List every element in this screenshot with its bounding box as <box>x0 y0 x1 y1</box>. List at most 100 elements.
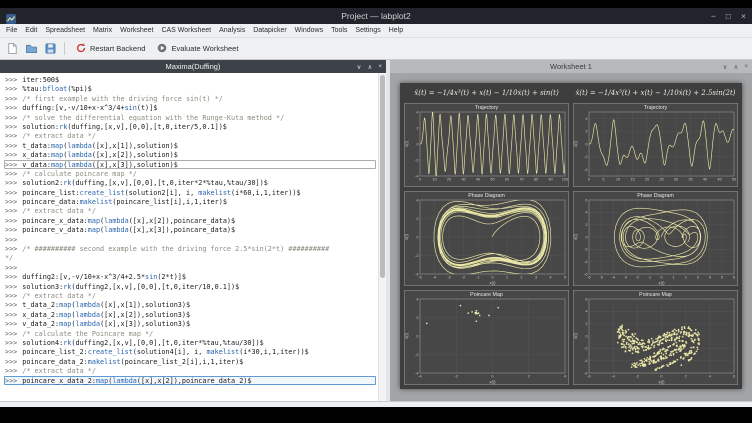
code-line[interactable]: >>>poincare_data:makelist(poincare_list[… <box>4 197 376 206</box>
document-save-icon[interactable] <box>42 41 58 57</box>
code-line[interactable]: >>>t_data:map(lambda([x],x[1]),solution)… <box>4 141 376 150</box>
code-line[interactable]: >>>poincare_v_data:map(lambda([x],x[3]),… <box>4 225 376 234</box>
evaluate-worksheet-button[interactable]: Evaluate Worksheet <box>152 40 242 58</box>
minimize-icon[interactable]: − <box>711 8 716 24</box>
menu-datapicker[interactable]: Datapicker <box>249 27 290 34</box>
code-text: /* calculate the Poincare map */ <box>22 330 153 338</box>
svg-text:5: 5 <box>602 177 604 182</box>
code-line[interactable]: >>>poincare_list_2:create_list(solution4… <box>4 347 376 356</box>
close-icon[interactable]: × <box>741 8 746 24</box>
code-line[interactable]: >>>x_data_2:map(lambda([x],x[2]),solutio… <box>4 310 376 319</box>
titlebar[interactable]: Project — labplot2 − □ × <box>0 8 752 24</box>
restart-backend-button[interactable]: Restart Backend <box>71 40 149 58</box>
worksheet-page[interactable]: ẍ(t) = −1/4x³(t) + x(t) − 1/10ẋ(t) + sin… <box>400 83 742 389</box>
code-text: solution:rk(duffing,[x,v],[0,0],[t,0,ite… <box>22 123 227 131</box>
phase-plot[interactable]: Phase Diagram-6-5-4-3-2-10123456-6-4-202… <box>573 191 738 286</box>
code-line[interactable]: >>>t_data_2:map(lambda([x],x[1]),solutio… <box>4 300 376 309</box>
code-line[interactable]: >>>/* extract data */ <box>4 206 376 215</box>
code-line[interactable]: >>>solution:rk(duffing,[x,v],[0,0],[t,0,… <box>4 122 376 131</box>
document-new-icon[interactable] <box>4 41 20 57</box>
prompt: >>> <box>5 348 17 356</box>
code-line[interactable]: >>> <box>4 235 376 244</box>
poincare-plot[interactable]: Poincare Map-6-4-20246-6-4-20246v(t)x(t) <box>573 290 738 385</box>
dock-close-icon[interactable]: × <box>378 63 382 70</box>
vertical-scrollbar[interactable] <box>378 73 386 401</box>
maximize-icon[interactable]: □ <box>726 8 731 24</box>
scrollbar-thumb[interactable] <box>380 75 385 278</box>
svg-text:2: 2 <box>416 125 418 130</box>
code-line[interactable]: >>>v_data:map(lambda([x],x[3]),solution)… <box>4 160 376 169</box>
code-line[interactable]: >>>/* solve the differential equation wi… <box>4 113 376 122</box>
menu-matrix[interactable]: Matrix <box>89 27 116 34</box>
plot-phase-diagram-2[interactable]: Phase Diagram-6-5-4-3-2-10123456-6-4-202… <box>573 191 738 286</box>
code-line[interactable]: >>>solution3:rk(duffing2,[x,v],[0,0],[t,… <box>4 282 376 291</box>
menu-windows[interactable]: Windows <box>291 27 327 34</box>
svg-text:-6: -6 <box>587 275 590 280</box>
code-text: /* extract data */ <box>22 292 96 300</box>
dock-float-icon[interactable]: ∧ <box>367 63 372 71</box>
menu-help[interactable]: Help <box>385 27 407 34</box>
dock-float-icon[interactable]: ∧ <box>733 63 738 71</box>
trajectory-plot[interactable]: Trajectory0102030405060708090100-4-2024x… <box>404 103 569 187</box>
poincare-plot[interactable]: Poincare Map-4-2024-4-2024v(t)x(t) <box>404 290 569 385</box>
worksheet-dock-header[interactable]: Worksheet 1 ∨ ∧ × <box>390 60 752 73</box>
code-text: t_data_2:map(lambda([x],x[1]),solution3)… <box>22 301 190 309</box>
code-line[interactable]: >>>solution4:rk(duffing2,[x,v],[0,0],[t,… <box>4 338 376 347</box>
prompt: >>> <box>5 217 17 225</box>
code-line[interactable]: >>>v_data_2:map(lambda([x],x[3]),solutio… <box>4 319 376 328</box>
code-text: /* extract data */ <box>22 367 96 375</box>
trajectory-plot[interactable]: Trajectory05101520253035404550-4-2024x(t… <box>573 103 738 187</box>
code-line[interactable]: >>> /* calculate the Poincare map */ <box>4 329 376 338</box>
plot-poincare-map-1[interactable]: Poincare Map-4-2024-4-2024v(t)x(t) <box>404 290 569 385</box>
code-line[interactable]: >>>duffing2:[v,-v/10+x-x^3/4+2.5*sin(2*t… <box>4 272 376 281</box>
code-line[interactable]: >>>poincare_list:create_list(solution2[i… <box>4 188 376 197</box>
plot-poincare-map-2[interactable]: Poincare Map-6-4-20246-6-4-20246v(t)x(t) <box>573 290 738 385</box>
code-line[interactable]: >>>/* extract data */ <box>4 291 376 300</box>
phase-plot[interactable]: Phase Diagram-5-4-3-2-1012345-4-2024v(t)… <box>404 191 569 286</box>
plot-phase-diagram-1[interactable]: Phase Diagram-5-4-3-2-1012345-4-2024v(t)… <box>404 191 569 286</box>
plot-trajectory-1[interactable]: Trajectory0102030405060708090100-4-2024x… <box>404 103 569 187</box>
code-line[interactable]: >>>duffing:[v,-v/10+x-x^3/4+sin(t)]$ <box>4 103 376 112</box>
svg-text:-6: -6 <box>587 374 590 379</box>
menu-cas-worksheet[interactable]: CAS Worksheet <box>157 27 215 34</box>
menu-settings[interactable]: Settings <box>351 27 384 34</box>
toolbar: Restart Backend Evaluate Worksheet <box>0 38 752 60</box>
dock-close-icon[interactable]: × <box>744 63 748 70</box>
code-line[interactable]: >>>/* calculate poincare map */ <box>4 169 376 178</box>
menu-tools[interactable]: Tools <box>327 27 351 34</box>
code-line[interactable]: */ <box>4 253 376 262</box>
code-text: x_data_2:map(lambda([x],x[2]),solution3)… <box>22 311 190 319</box>
dock-collapse-icon[interactable]: ∨ <box>723 63 728 71</box>
menu-file[interactable]: File <box>2 27 21 34</box>
code-line[interactable]: >>> <box>4 263 376 272</box>
cas-dock-header[interactable]: Maxima(Duffing) ∨ ∧ × <box>0 60 386 73</box>
code-text: x_data:map(lambda([x],x[2]),solution)$ <box>22 151 178 159</box>
code-line[interactable]: >>>poincare_data_2:makelist(poincare_lis… <box>4 357 376 366</box>
menu-spreadsheet[interactable]: Spreadsheet <box>41 27 89 34</box>
dock-collapse-icon[interactable]: ∨ <box>357 63 362 71</box>
menu-worksheet[interactable]: Worksheet <box>116 27 157 34</box>
menu-analysis[interactable]: Analysis <box>215 27 249 34</box>
code-line[interactable]: >>> x_data:map(lambda([x],x[2]),solution)… <box>4 150 376 159</box>
prompt: >>> <box>5 320 17 328</box>
prompt: >>> <box>5 330 17 338</box>
svg-text:x(t): x(t) <box>489 379 496 384</box>
code-line[interactable]: >>>/* ########## second example with the… <box>4 244 376 253</box>
prompt: >>> <box>5 189 17 197</box>
code-line[interactable]: >>>/* extract data */ <box>4 131 376 140</box>
svg-text:2: 2 <box>585 321 587 326</box>
code-line[interactable]: >>>/* first example with the driving for… <box>4 94 376 103</box>
code-line[interactable]: >>>iter:500$ <box>4 75 376 84</box>
cas-code-area[interactable]: >>>iter:500$>>>%tau:bfloat(%pi)$>>>/* fi… <box>0 73 386 401</box>
plot-trajectory-2[interactable]: Trajectory05101520253035404550-4-2024x(t… <box>573 103 738 187</box>
prompt: >>> <box>5 151 17 159</box>
document-open-icon[interactable] <box>23 41 39 57</box>
code-line[interactable]: >>>poincare_x_data:map(lambda([x],x[2]),… <box>4 216 376 225</box>
code-line[interactable]: >>>/* extract data */ <box>4 366 376 375</box>
svg-text:-2: -2 <box>415 157 418 162</box>
code-line[interactable]: >>>solution2:rk(duffing,[x,v],[0,0],[t,0… <box>4 178 376 187</box>
code-line[interactable]: >>>%tau:bfloat(%pi)$ <box>4 84 376 93</box>
code-line[interactable]: >>>poincare_x_data_2:map(lambda([x],x[2]… <box>4 376 376 385</box>
prompt: >>> <box>5 132 17 140</box>
menu-edit[interactable]: Edit <box>21 27 41 34</box>
